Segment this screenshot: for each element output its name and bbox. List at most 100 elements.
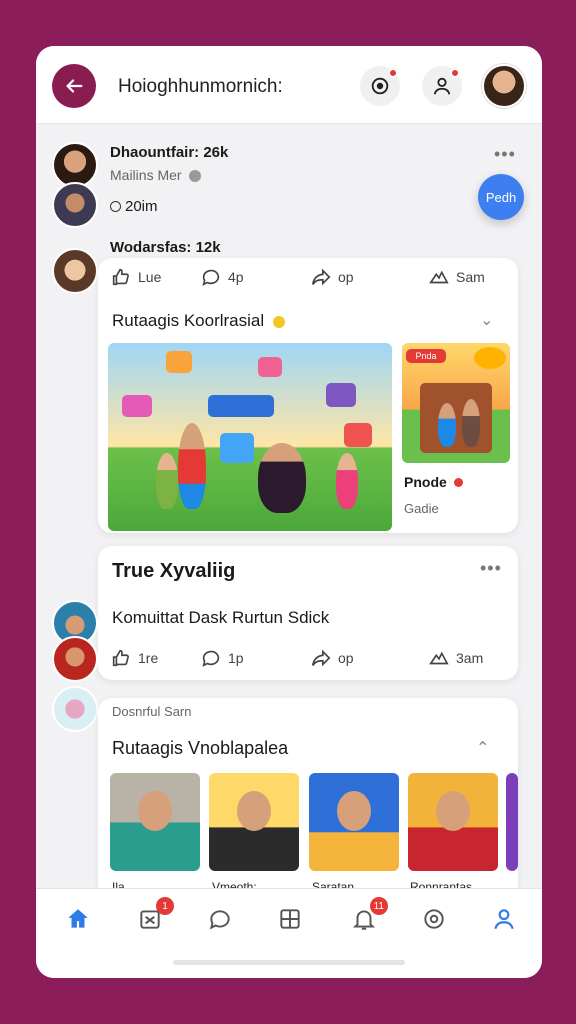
post-author-secondary: Wodarsfas: 12k bbox=[110, 239, 221, 256]
share-button[interactable]: op bbox=[310, 647, 354, 669]
globe-icon bbox=[189, 170, 202, 183]
character bbox=[178, 423, 206, 509]
like-button[interactable]: 1re bbox=[110, 647, 158, 669]
like-button[interactable]: Lue bbox=[110, 266, 161, 288]
avatar[interactable] bbox=[52, 636, 98, 682]
card-body: Komuittat Dask Rurtun Sdick bbox=[112, 608, 330, 627]
side-caption-text: Pnode bbox=[404, 474, 447, 490]
save-count: 3am bbox=[456, 650, 484, 666]
notification-badge: 11 bbox=[369, 897, 388, 915]
like-count: 1re bbox=[138, 650, 159, 666]
chevron-down-icon[interactable]: ⌄ bbox=[480, 310, 493, 330]
game-tile bbox=[326, 383, 356, 407]
like-count: Lue bbox=[138, 269, 162, 285]
notification-dot bbox=[450, 68, 460, 78]
share-icon bbox=[311, 649, 331, 667]
nav-mentions[interactable] bbox=[420, 905, 448, 933]
nav-profile[interactable] bbox=[490, 905, 518, 933]
avatar[interactable] bbox=[482, 64, 526, 108]
more-options-icon[interactable]: ••• bbox=[494, 144, 516, 165]
side-caption: Pnode bbox=[404, 474, 463, 490]
character bbox=[438, 403, 456, 447]
home-indicator-area bbox=[36, 948, 542, 978]
target-icon bbox=[371, 77, 389, 95]
thumbnail[interactable] bbox=[309, 773, 399, 871]
page-title: Hoioghhunmornich: bbox=[118, 76, 283, 97]
character bbox=[237, 791, 271, 831]
post-button[interactable]: Pedh bbox=[478, 174, 524, 220]
profile-icon bbox=[494, 909, 514, 930]
back-button[interactable] bbox=[52, 64, 96, 108]
thumbnail[interactable] bbox=[110, 773, 200, 871]
avatar[interactable] bbox=[52, 182, 98, 228]
game-tile bbox=[258, 357, 282, 377]
top-bar: Hoioghhunmornich: bbox=[36, 46, 542, 124]
person-icon bbox=[433, 77, 451, 95]
game-banner-image[interactable] bbox=[108, 343, 392, 531]
comment-count: 1p bbox=[228, 650, 244, 666]
share-count: op bbox=[338, 650, 354, 666]
comment-icon bbox=[202, 269, 220, 286]
save-icon bbox=[429, 270, 449, 284]
home-indicator[interactable] bbox=[173, 960, 405, 965]
post-author: Dhaountfair: 26k bbox=[110, 144, 229, 161]
share-button[interactable]: op bbox=[310, 266, 354, 288]
like-icon bbox=[112, 649, 129, 667]
post-stat: 20im bbox=[110, 198, 158, 215]
grid-icon bbox=[280, 909, 300, 929]
save-button[interactable]: 3am bbox=[428, 647, 483, 669]
save-count: Sam bbox=[456, 269, 485, 285]
more-options-icon[interactable]: ••• bbox=[480, 558, 502, 579]
thumbnail[interactable] bbox=[209, 773, 299, 871]
heart-icon bbox=[453, 478, 463, 487]
notification-dot bbox=[388, 68, 398, 78]
character bbox=[337, 791, 371, 831]
game-tile bbox=[166, 351, 192, 373]
card-title-text: Rutaagis Koorlrasial bbox=[112, 311, 265, 330]
bottom-nav: 1 11 bbox=[36, 888, 542, 948]
character bbox=[462, 399, 480, 447]
notifications-button[interactable] bbox=[360, 66, 400, 106]
game-tile bbox=[220, 433, 254, 463]
game-tile bbox=[344, 423, 372, 447]
nav-grid[interactable] bbox=[276, 905, 304, 933]
game-logo bbox=[208, 395, 274, 417]
trend-icon[interactable]: ⌃ bbox=[476, 738, 489, 758]
comment-icon bbox=[202, 650, 220, 667]
nav-chat[interactable] bbox=[206, 905, 234, 933]
castle bbox=[420, 383, 492, 453]
cloud-icon bbox=[474, 347, 506, 369]
chat-icon bbox=[209, 910, 230, 930]
clock-icon bbox=[110, 201, 121, 212]
save-button[interactable]: Sam bbox=[428, 266, 485, 288]
card-heading: True Xyvaliig bbox=[112, 560, 236, 582]
card-title: Rutaagis Vnoblapalea bbox=[112, 738, 289, 758]
thumbnail[interactable] bbox=[408, 773, 498, 871]
game-side-image[interactable]: Pnda bbox=[402, 343, 510, 463]
avatar[interactable] bbox=[52, 248, 98, 294]
card-title: Rutaagis Koorlrasial bbox=[112, 311, 285, 331]
at-icon bbox=[424, 909, 444, 929]
character bbox=[436, 791, 470, 831]
app-screen: Hoioghhunmornich: Dhaountfair: 26k Maili… bbox=[36, 46, 542, 978]
character bbox=[336, 453, 358, 509]
like-icon bbox=[112, 268, 129, 286]
share-count: op bbox=[338, 269, 354, 285]
side-subtitle: Gadie bbox=[404, 501, 439, 516]
post-subtitle: Mailins Mer bbox=[110, 167, 202, 183]
arrow-left-icon bbox=[66, 79, 83, 93]
character bbox=[138, 791, 172, 831]
post-subtitle-text: Mailins Mer bbox=[110, 167, 182, 183]
nav-notifications[interactable]: 11 bbox=[350, 897, 388, 933]
nav-marketplace[interactable]: 1 bbox=[136, 897, 174, 933]
character bbox=[156, 453, 178, 509]
avatar[interactable] bbox=[52, 686, 98, 732]
home-icon bbox=[68, 909, 88, 928]
nav-home[interactable] bbox=[64, 905, 92, 933]
comment-button[interactable]: 4p bbox=[200, 266, 244, 288]
share-icon bbox=[311, 268, 331, 286]
comment-button[interactable]: 1p bbox=[200, 647, 244, 669]
friends-button[interactable] bbox=[422, 66, 462, 106]
notification-badge: 1 bbox=[156, 897, 174, 915]
thumbnail[interactable] bbox=[506, 773, 518, 871]
